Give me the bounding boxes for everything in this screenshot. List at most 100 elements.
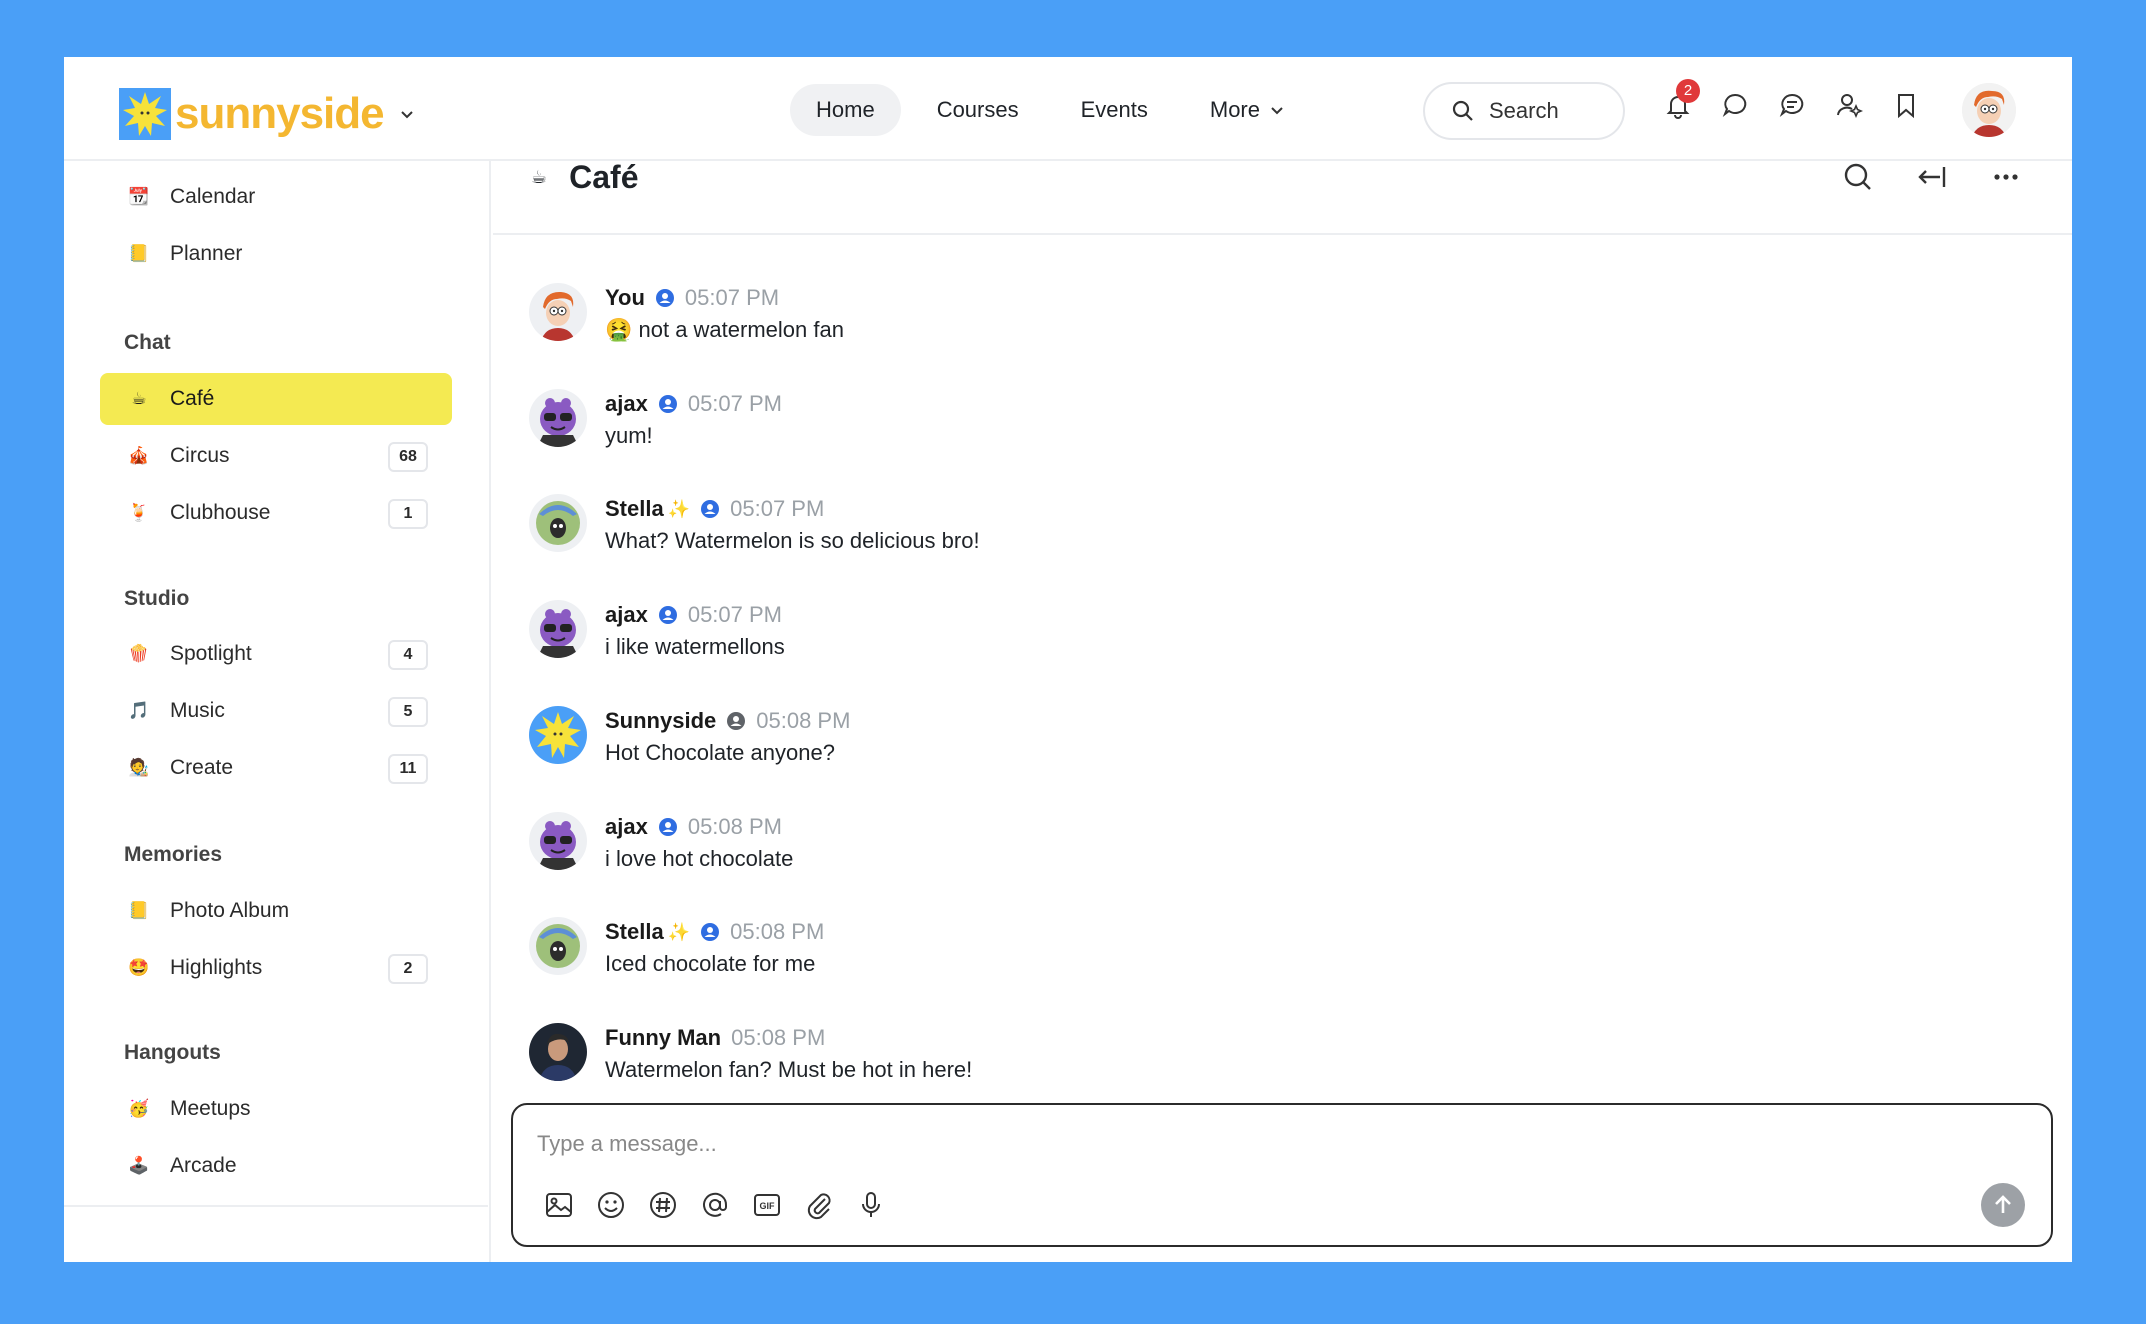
nav-courses[interactable]: Courses — [911, 84, 1045, 136]
message-body: ajax 05:07 PM i like watermellons — [605, 600, 785, 660]
sidebar-item-label: Highlights — [170, 956, 263, 979]
message-avatar[interactable] — [529, 389, 587, 447]
sidebar-item-circus[interactable]: 🎪 Circus 68 — [100, 430, 452, 482]
threads-icon — [1779, 93, 1804, 117]
user-sparkle-icon — [1837, 94, 1864, 119]
message-author[interactable]: Funny Man — [605, 1025, 721, 1051]
mention-icon[interactable] — [699, 1189, 731, 1221]
message-author[interactable]: Stella — [605, 919, 664, 945]
sidebar-item-meetups[interactable]: 🥳 Meetups — [100, 1083, 452, 1135]
message-timestamp: 05:07 PM — [687, 602, 782, 627]
logo[interactable]: sunnyside — [119, 88, 414, 140]
sidebar-divider — [64, 1205, 488, 1207]
user-avatar[interactable] — [1962, 83, 2016, 137]
message-avatar[interactable] — [529, 600, 587, 658]
messages-button[interactable] — [1721, 91, 1749, 119]
group-title-chat: Chat — [124, 331, 171, 354]
party-face-icon: 🥳 — [128, 1099, 150, 1118]
message-author[interactable]: ajax — [605, 602, 648, 628]
gif-icon[interactable]: GIF — [751, 1189, 783, 1221]
message-avatar[interactable] — [529, 917, 587, 975]
hashtag-icon[interactable] — [647, 1189, 679, 1221]
sidebar-item-photo-album[interactable]: 📒 Photo Album — [100, 885, 452, 937]
message-item: Funny Man 05:08 PM Watermelon fan? Must be… — [529, 1023, 972, 1083]
message-author[interactable]: Sunnyside — [605, 708, 716, 734]
message-timestamp: 05:08 PM — [730, 919, 825, 944]
chat-main: ☕ Café You 05:07 PM 🤮 not a watermelon fan… — [493, 159, 2072, 1262]
search-icon[interactable] — [1842, 161, 1874, 193]
message-meta: Stella ✨ 05:08 PM — [605, 917, 824, 947]
member-badge-icon — [701, 923, 720, 941]
message-body: Sunnyside 05:08 PM Hot Chocolate anyone? — [605, 706, 850, 766]
message-avatar[interactable] — [529, 283, 587, 341]
message-text: Watermelon fan? Must be hot in here! — [605, 1057, 973, 1082]
message-item: You 05:07 PM 🤮 not a watermelon fan — [529, 283, 844, 343]
header-icons: 2 — [1664, 79, 1920, 119]
app-window: sunnyside Home Courses Events More Searc… — [64, 57, 2072, 1262]
notebook-icon: 📒 — [128, 901, 150, 920]
channel-title: ☕ Café — [531, 159, 639, 196]
unread-count-badge: 11 — [388, 754, 428, 784]
sidebar-item-label: Planner — [170, 242, 243, 265]
message-timestamp: 05:07 PM — [687, 391, 782, 416]
member-badge-icon — [658, 818, 677, 836]
message-input[interactable] — [537, 1127, 1937, 1161]
sidebar-item-calendar[interactable]: 📆 Calendar — [100, 171, 452, 223]
message-author[interactable]: ajax — [605, 814, 648, 840]
emoji-icon[interactable] — [595, 1189, 627, 1221]
bookmarks-button[interactable] — [1892, 91, 1920, 119]
nav-events[interactable]: Events — [1055, 84, 1174, 136]
message-meta: You 05:07 PM — [605, 283, 844, 313]
message-body: ajax 05:08 PM i love hot chocolate — [605, 812, 793, 872]
sidebar-item-music[interactable]: 🎵 Music 5 — [100, 685, 452, 737]
image-icon[interactable] — [543, 1189, 575, 1221]
chevron-down-icon[interactable] — [400, 107, 414, 121]
message-item: ajax 05:08 PM i love hot chocolate — [529, 812, 793, 872]
joystick-icon: 🕹️ — [128, 1156, 150, 1175]
sidebar-item-arcade[interactable]: 🕹️ Arcade — [100, 1140, 452, 1192]
notification-badge: 2 — [1676, 79, 1700, 103]
more-options-icon[interactable] — [1990, 161, 2022, 193]
sidebar: 📆 Calendar 📒 Planner Chat ☕ Café 🎪 Circu… — [64, 161, 491, 1262]
nav-more-label: More — [1209, 97, 1260, 122]
sidebar-item-planner[interactable]: 📒 Planner — [100, 228, 452, 280]
collapse-panel-icon[interactable] — [1916, 161, 1948, 193]
message-author[interactable]: You — [605, 285, 645, 311]
sidebar-item-cafe[interactable]: ☕ Café — [100, 373, 452, 425]
message-author[interactable]: Stella — [605, 496, 664, 522]
message-meta: Funny Man 05:08 PM — [605, 1023, 972, 1053]
attachment-icon[interactable] — [803, 1189, 835, 1221]
message-avatar[interactable] — [529, 812, 587, 870]
message-text: 🤮 not a watermelon fan — [605, 317, 844, 342]
sidebar-item-create[interactable]: 🧑‍🎨 Create 11 — [100, 742, 452, 794]
arrow-up-icon — [1995, 1195, 2011, 1213]
members-button[interactable] — [1835, 91, 1864, 119]
search-button[interactable]: Search — [1423, 82, 1625, 140]
member-badge-icon — [727, 712, 746, 730]
message-avatar[interactable] — [529, 494, 587, 552]
nav-more[interactable]: More — [1184, 84, 1310, 136]
microphone-icon[interactable] — [855, 1189, 887, 1221]
nav-home[interactable]: Home — [790, 84, 901, 136]
notifications-button[interactable]: 2 — [1664, 79, 1700, 119]
unread-count-badge: 68 — [388, 442, 428, 472]
message-avatar[interactable] — [529, 1023, 587, 1081]
message-avatar[interactable] — [529, 706, 587, 764]
search-label: Search — [1489, 98, 1559, 123]
composer-tools: GIF — [543, 1189, 887, 1221]
message-timestamp: 05:07 PM — [730, 496, 825, 521]
member-badge-icon — [658, 606, 677, 624]
message-item: Stella ✨ 05:07 PM What? Watermelon is so de… — [529, 494, 980, 554]
send-button[interactable] — [1981, 1183, 2025, 1227]
sidebar-item-clubhouse[interactable]: 🍹 Clubhouse 1 — [100, 487, 452, 539]
group-title-hangouts: Hangouts — [124, 1041, 221, 1064]
sidebar-item-spotlight[interactable]: 🍿 Spotlight 4 — [100, 628, 452, 680]
sparkle-icon: ✨ — [667, 921, 691, 942]
chat-bubble-icon — [1722, 93, 1747, 117]
sidebar-item-highlights[interactable]: 🤩 Highlights 2 — [100, 942, 452, 994]
message-author[interactable]: ajax — [605, 391, 648, 417]
unread-count-badge: 1 — [388, 499, 428, 529]
artist-icon: 🧑‍🎨 — [128, 758, 150, 777]
threads-button[interactable] — [1778, 91, 1806, 119]
sidebar-item-label: Music — [170, 699, 225, 722]
